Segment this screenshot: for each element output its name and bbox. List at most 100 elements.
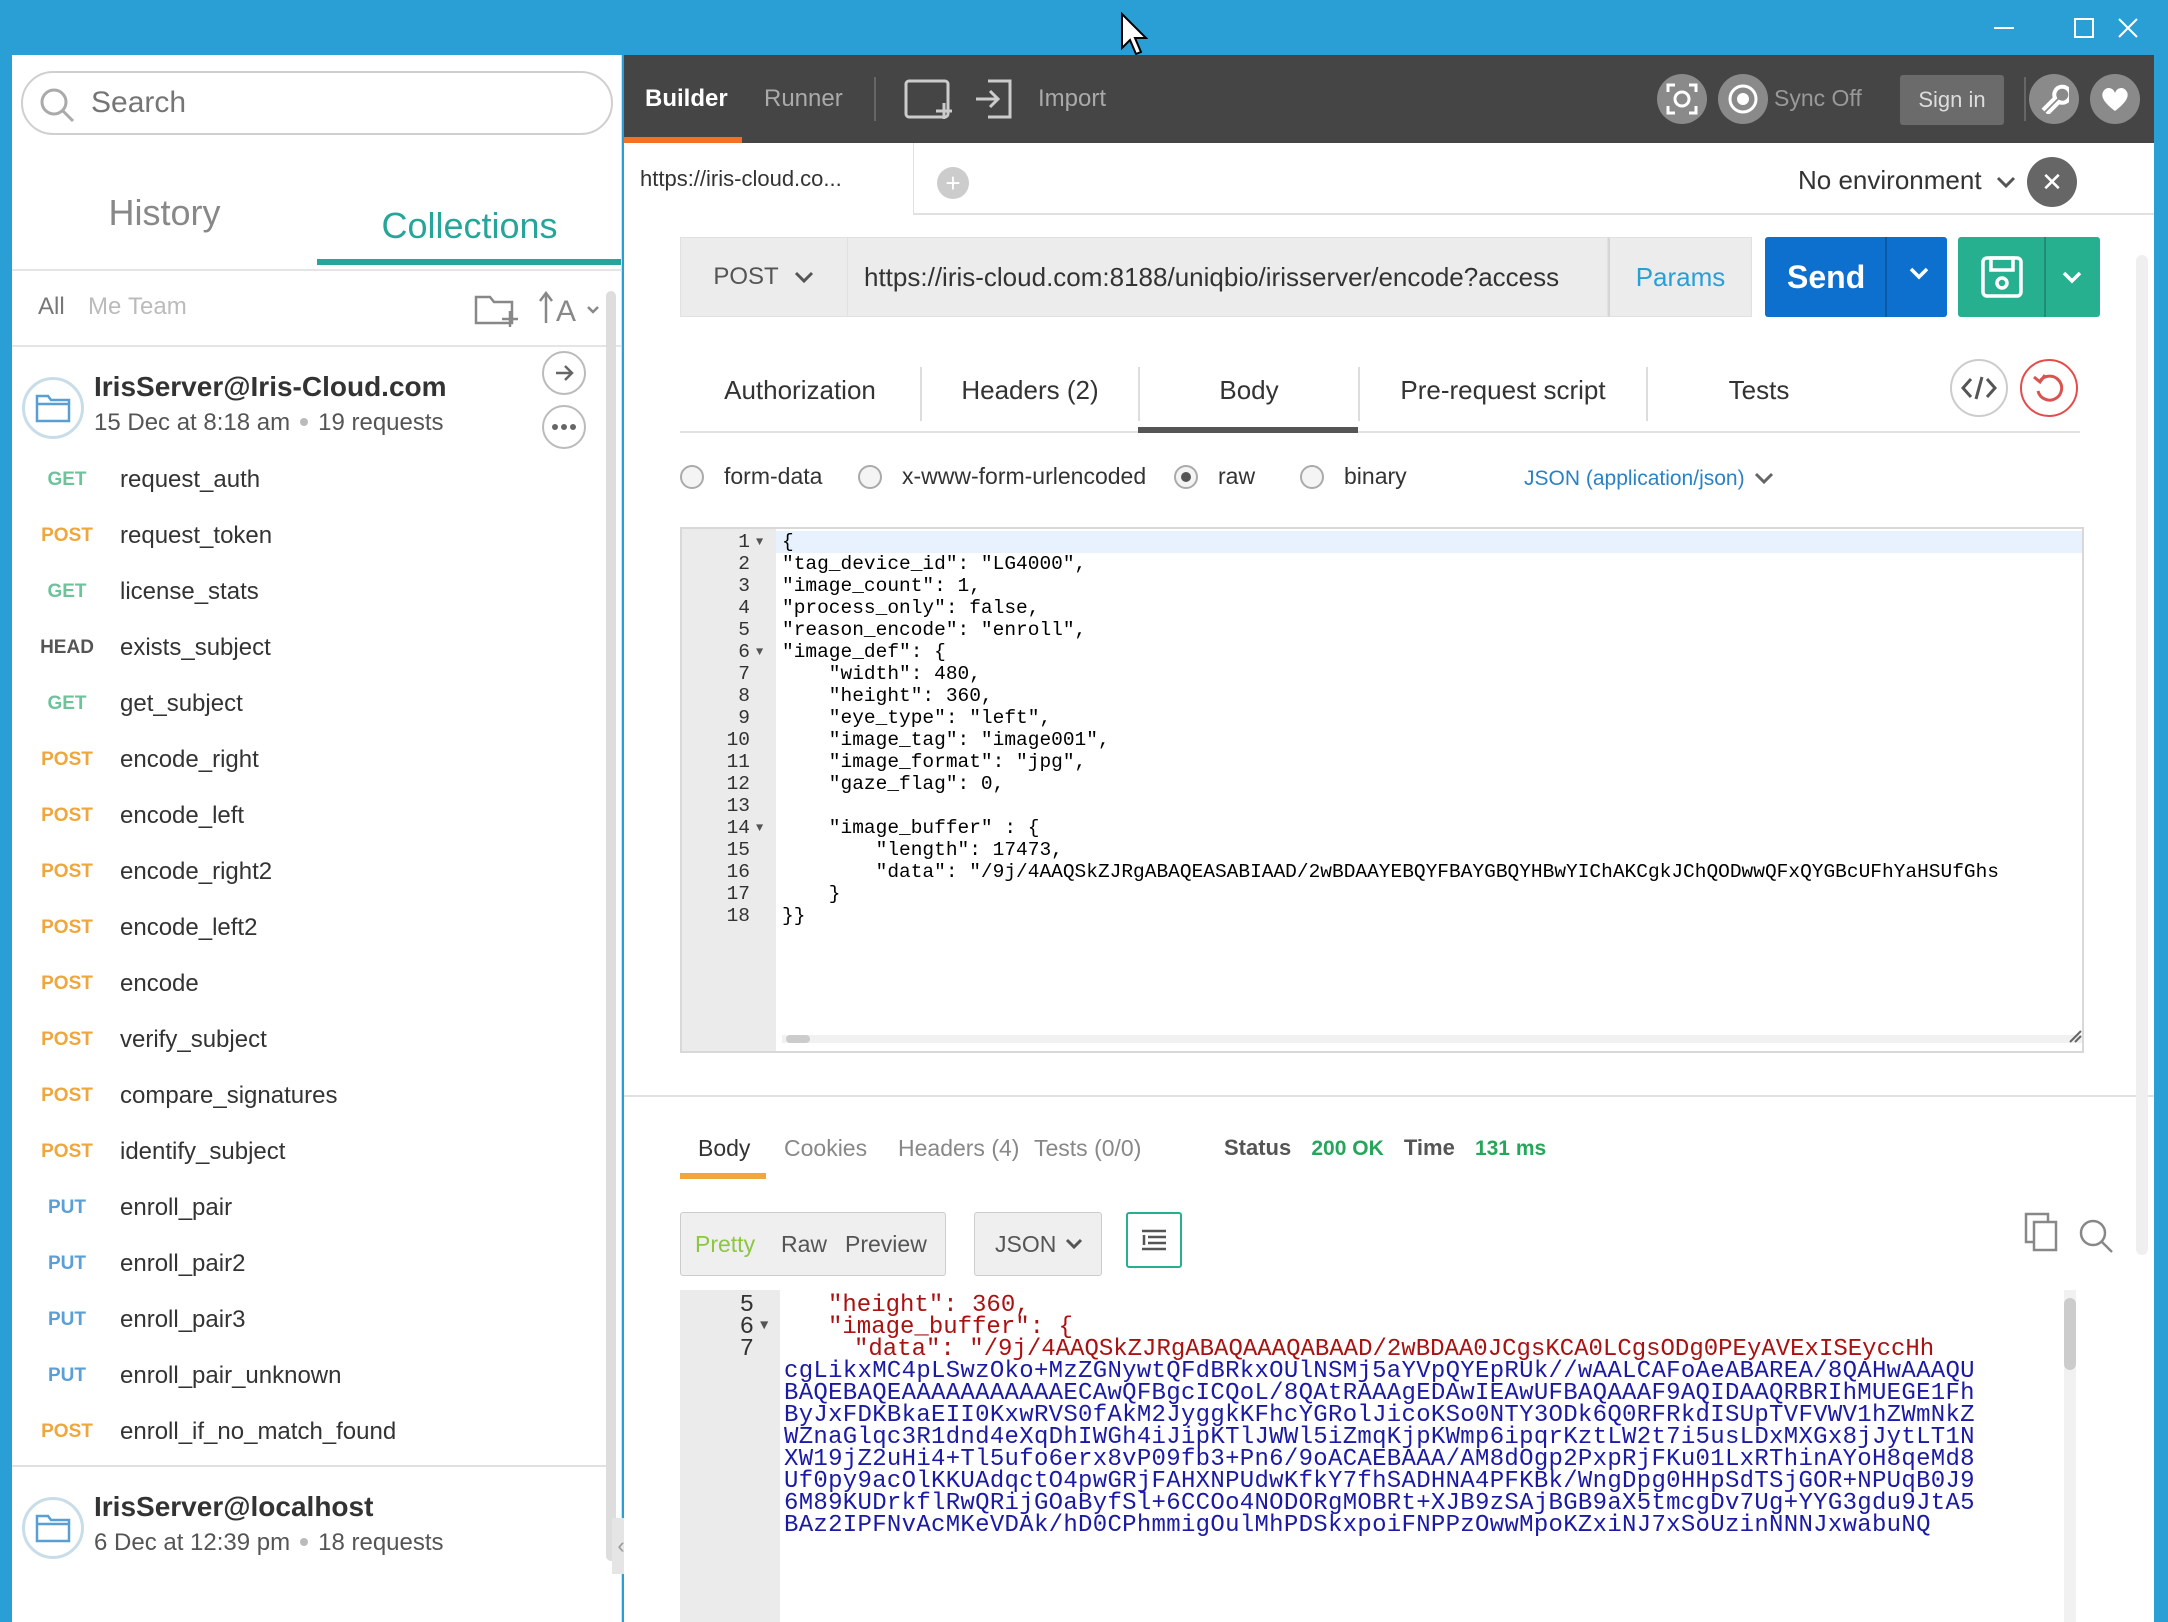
close-button[interactable] bbox=[2088, 0, 2168, 55]
tab-builder[interactable]: Builder bbox=[645, 55, 728, 143]
tab-pre-request-script[interactable]: Pre-request script bbox=[1360, 347, 1646, 433]
response-body[interactable]: 5 6 ▼ 7 "height": 360, "image_buffer": {"dat… bbox=[680, 1290, 2084, 1622]
request-item[interactable]: POST identify_subject bbox=[12, 1124, 616, 1180]
request-item[interactable]: POST encode_right bbox=[12, 732, 616, 788]
request-item[interactable]: POST verify_subject bbox=[12, 1012, 616, 1068]
copy-icon[interactable] bbox=[2024, 1212, 2058, 1252]
collection-iris-cloud[interactable]: IrisServer@Iris-Cloud.com 15 Dec at 8:18… bbox=[12, 347, 616, 467]
more-icon[interactable] bbox=[542, 405, 586, 449]
request-item[interactable]: POST encode_left2 bbox=[12, 900, 616, 956]
tab-tests[interactable]: Tests bbox=[1648, 347, 1870, 433]
resp-tab-body[interactable]: Body bbox=[698, 1135, 750, 1162]
collection-localhost[interactable]: IrisServer@localhost 6 Dec at 12:39 pm 18… bbox=[12, 1465, 616, 1585]
sync-icon[interactable] bbox=[1718, 74, 1768, 124]
search-box[interactable] bbox=[21, 71, 613, 135]
request-method-badge: HEAD bbox=[40, 637, 94, 658]
main-scrollbar[interactable] bbox=[2136, 255, 2148, 1255]
send-button[interactable]: Send bbox=[1765, 237, 1947, 317]
sidebar-scrollbar[interactable] bbox=[606, 291, 616, 1561]
request-item[interactable]: POST encode bbox=[12, 956, 616, 1012]
request-item[interactable]: PUT enroll_pair bbox=[12, 1180, 616, 1236]
sync-status[interactable]: Sync Off bbox=[1774, 85, 1862, 112]
resp-tab-headers[interactable]: Headers (4) bbox=[898, 1135, 1019, 1162]
request-body-editor[interactable]: 1 ▼ 2 3 4 5 6 ▼ 7 8 9 10 11 12 13 14 ▼ 15 16 17 18 {"tag_dev… bbox=[680, 527, 2084, 1053]
heart-icon[interactable] bbox=[2090, 74, 2140, 124]
tab-authorization[interactable]: Authorization bbox=[680, 347, 920, 433]
new-window-icon[interactable] bbox=[904, 73, 956, 125]
interceptor-icon[interactable] bbox=[1657, 74, 1707, 124]
request-item[interactable]: HEAD exists_subject bbox=[12, 620, 616, 676]
request-item[interactable]: GET license_stats bbox=[12, 564, 616, 620]
new-folder-icon[interactable] bbox=[474, 289, 520, 329]
sort-icon[interactable]: A bbox=[538, 289, 604, 329]
request-tabs-bar: https://iris-cloud.co... + No environmen… bbox=[624, 143, 2154, 215]
chevron-down-icon[interactable] bbox=[1907, 261, 1931, 285]
environment-quicklook-button[interactable]: ✕ bbox=[2027, 157, 2077, 207]
chevron-down-icon bbox=[1754, 472, 1773, 485]
fold-arrow-icon[interactable]: ▼ bbox=[756, 821, 763, 835]
save-button[interactable] bbox=[1958, 237, 2100, 317]
search-input[interactable] bbox=[91, 83, 591, 123]
import-button[interactable]: Import bbox=[1038, 55, 1106, 143]
response-scrollbar[interactable] bbox=[2064, 1290, 2076, 1622]
chevron-down-icon[interactable] bbox=[2060, 265, 2084, 289]
settings-icon[interactable] bbox=[2029, 74, 2079, 124]
code-icon[interactable] bbox=[1950, 359, 2008, 417]
url-input[interactable]: https://iris-cloud.com:8188/uniqbio/iris… bbox=[848, 237, 1608, 317]
request-item[interactable]: POST request_token bbox=[12, 508, 616, 564]
add-tab-button[interactable]: + bbox=[937, 167, 969, 199]
tab-history[interactable]: History bbox=[12, 155, 317, 271]
resize-handle-icon[interactable] bbox=[2068, 1029, 2082, 1043]
view-pretty[interactable]: Pretty bbox=[695, 1231, 755, 1258]
tab-headers[interactable]: Headers (2) bbox=[922, 347, 1138, 433]
request-item[interactable]: POST encode_right2 bbox=[12, 844, 616, 900]
content-type-select[interactable]: JSON (application/json) bbox=[1524, 467, 1775, 491]
request-item[interactable]: GET request_auth bbox=[12, 452, 616, 508]
view-raw[interactable]: Raw bbox=[781, 1231, 827, 1258]
line-number: 13 bbox=[726, 795, 750, 817]
view-preview[interactable]: Preview bbox=[845, 1231, 927, 1258]
request-item[interactable]: POST compare_signatures bbox=[12, 1068, 616, 1124]
fold-arrow-icon[interactable]: ▼ bbox=[756, 645, 763, 659]
editor-horizontal-scrollbar[interactable] bbox=[782, 1035, 2082, 1043]
radio-form-data[interactable]: form-data bbox=[680, 463, 822, 490]
request-name: enroll_pair bbox=[120, 1194, 233, 1221]
minimize-button[interactable] bbox=[1964, 0, 2044, 55]
request-item[interactable]: GET get_subject bbox=[12, 676, 616, 732]
line-number: 3 bbox=[738, 575, 750, 597]
radio-binary[interactable]: binary bbox=[1300, 463, 1407, 490]
request-tab[interactable]: https://iris-cloud.co... bbox=[624, 143, 914, 215]
resp-tab-cookies[interactable]: Cookies bbox=[784, 1135, 867, 1162]
time-label: Time bbox=[1403, 1135, 1455, 1160]
request-item[interactable]: PUT enroll_pair2 bbox=[12, 1236, 616, 1292]
code-line: "process_only": false, bbox=[782, 597, 1040, 619]
sign-in-button[interactable]: Sign in bbox=[1900, 75, 2004, 125]
request-response-divider[interactable] bbox=[624, 1095, 2154, 1097]
reset-icon[interactable] bbox=[2020, 359, 2078, 417]
resp-tab-tests[interactable]: Tests (0/0) bbox=[1034, 1135, 1141, 1162]
filter-all[interactable]: All bbox=[38, 293, 65, 321]
fold-arrow-icon[interactable]: ▼ bbox=[756, 535, 763, 549]
params-button[interactable]: Params bbox=[1608, 237, 1752, 317]
collection-filter-row: All Me Team A bbox=[12, 271, 621, 347]
request-item[interactable]: PUT enroll_pair_unknown bbox=[12, 1348, 616, 1404]
filter-team[interactable]: Team bbox=[128, 293, 187, 321]
environment-select[interactable]: No environment bbox=[1798, 165, 2017, 196]
request-item[interactable]: POST enroll_if_no_match_found bbox=[12, 1404, 616, 1460]
tab-body[interactable]: Body bbox=[1140, 347, 1358, 433]
fold-arrow-icon[interactable]: ▼ bbox=[760, 1318, 768, 1334]
code-line: "tag_device_id": "LG4000", bbox=[782, 553, 1087, 575]
request-item[interactable]: PUT enroll_pair3 bbox=[12, 1292, 616, 1348]
arrow-right-icon[interactable] bbox=[542, 351, 586, 395]
radio-x-www-form-urlencoded[interactable]: x-www-form-urlencoded bbox=[858, 463, 1146, 490]
filter-me[interactable]: Me bbox=[88, 293, 121, 321]
method-select[interactable]: POST bbox=[680, 237, 848, 317]
tab-collections[interactable]: Collections bbox=[317, 205, 621, 265]
radio-raw[interactable]: raw bbox=[1174, 463, 1255, 490]
request-item[interactable]: POST encode_left bbox=[12, 788, 616, 844]
wrap-icon[interactable] bbox=[1126, 1212, 1182, 1268]
import-icon[interactable] bbox=[968, 73, 1020, 125]
response-format-select[interactable]: JSON bbox=[974, 1212, 1102, 1276]
search-icon[interactable] bbox=[2078, 1218, 2114, 1254]
tab-runner[interactable]: Runner bbox=[764, 55, 843, 143]
